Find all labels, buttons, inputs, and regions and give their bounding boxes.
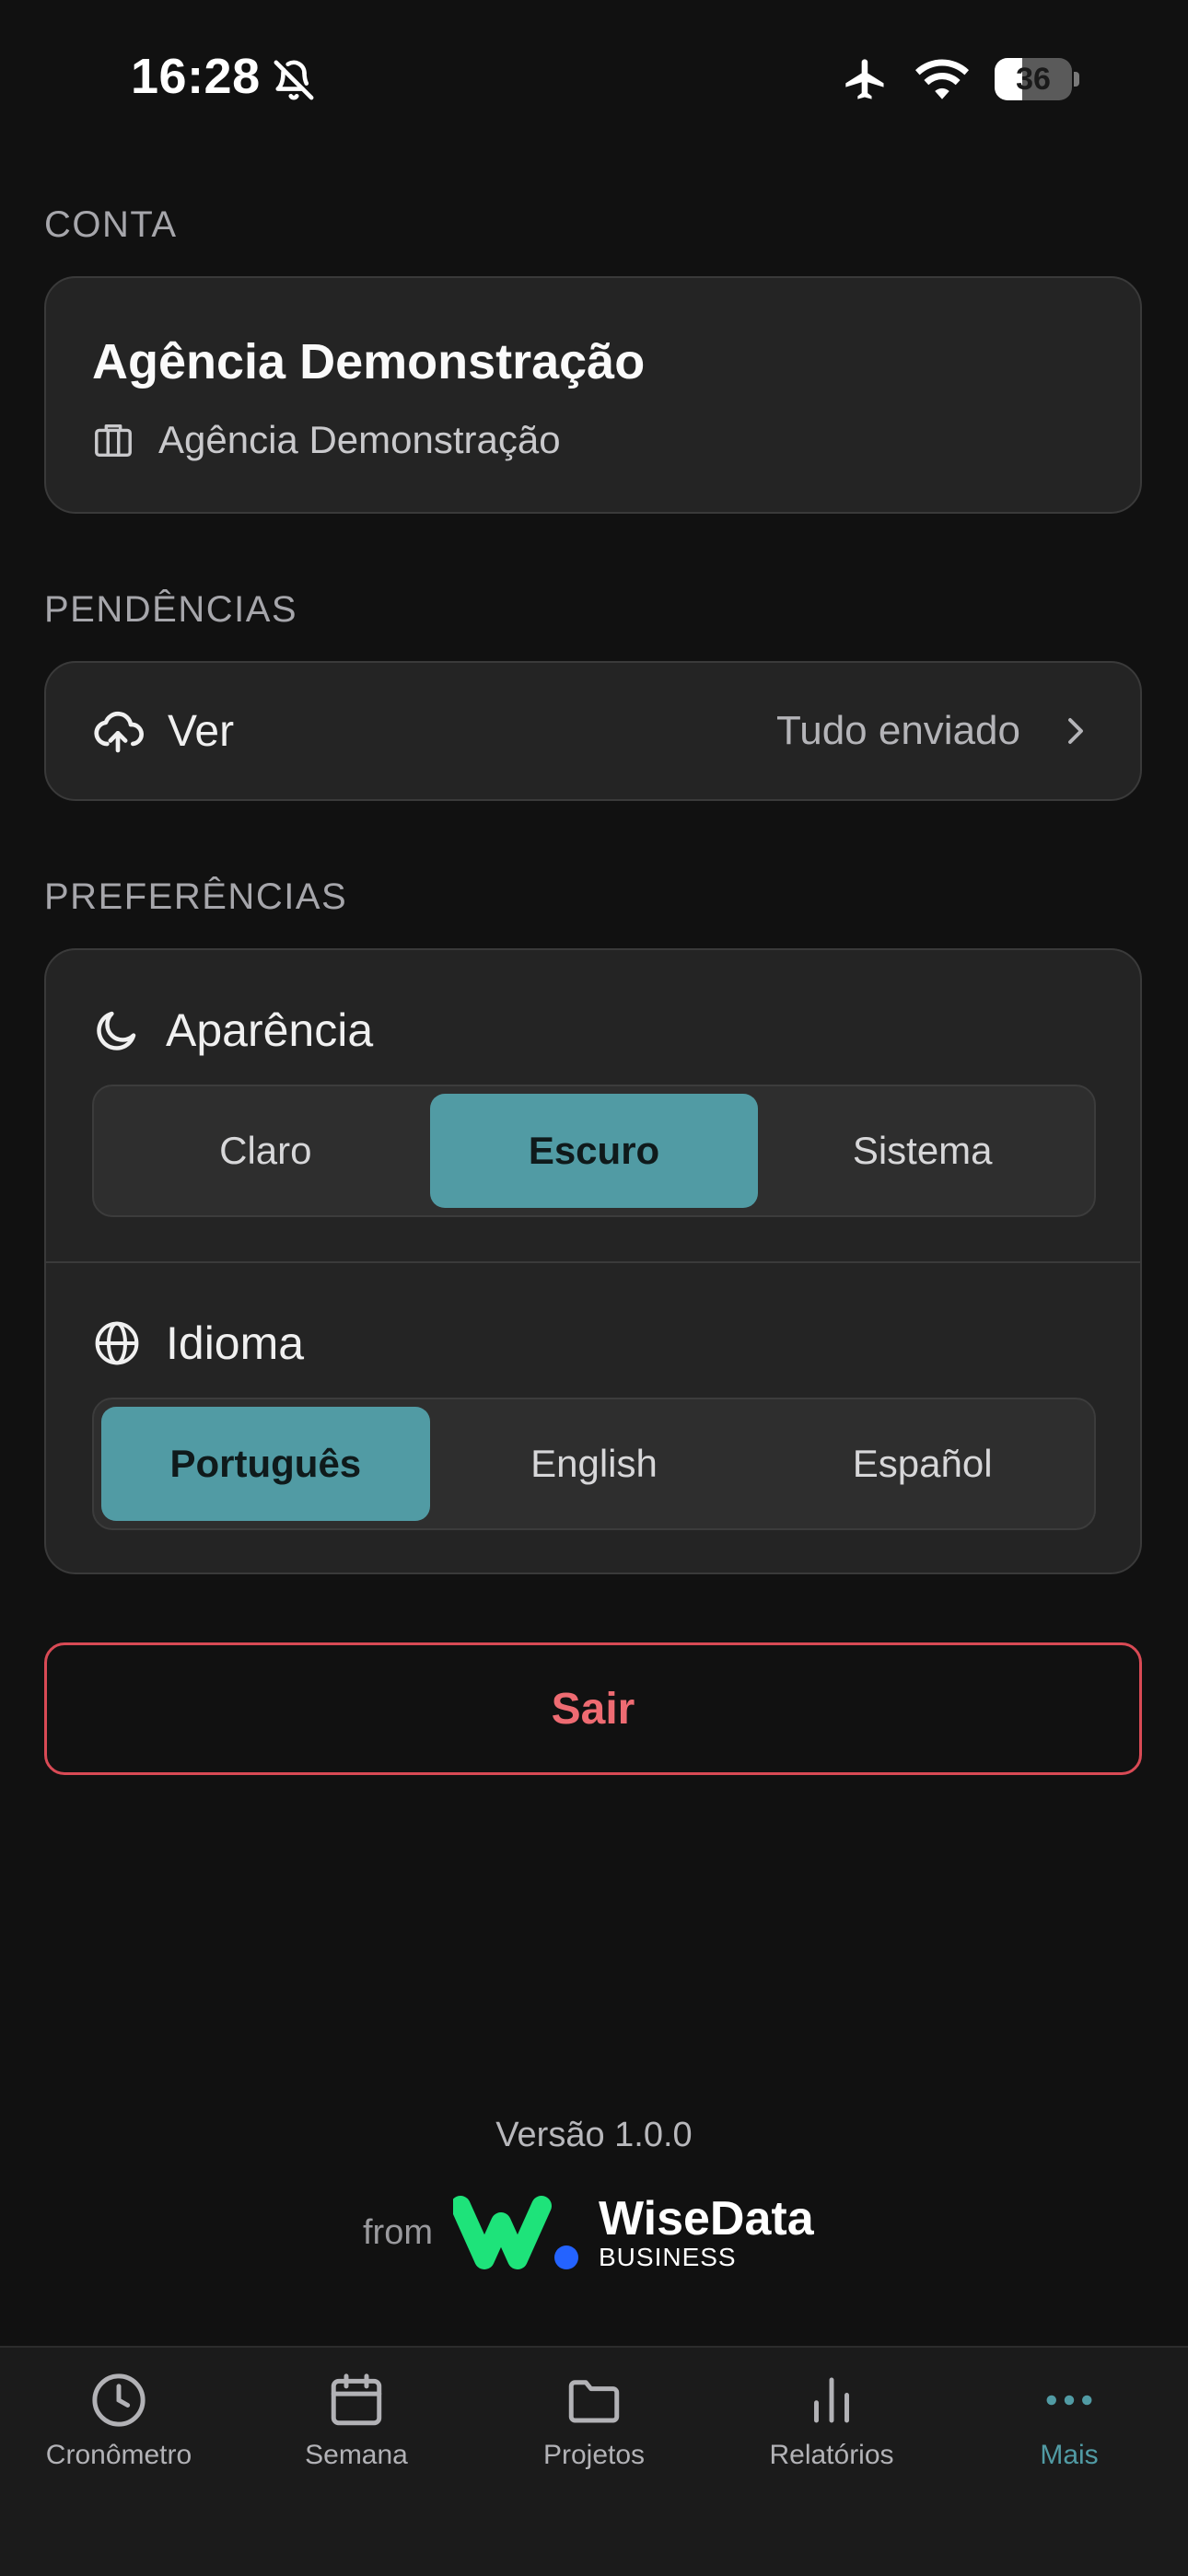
wisedata-logo-icon xyxy=(453,2196,578,2269)
bell-muted-icon xyxy=(274,60,314,100)
tab-bar: Cronômetro Semana Projetos Relatórios Ma… xyxy=(0,2346,1188,2576)
calendar-icon xyxy=(331,2373,382,2426)
tab-label: Semana xyxy=(305,2440,408,2470)
clock-icon xyxy=(92,2373,146,2427)
language-label: Idioma xyxy=(166,1317,305,1369)
account-organization-label: Agência Demonstração xyxy=(158,418,561,461)
folder-icon xyxy=(568,2380,620,2423)
status-time: 16:28 xyxy=(131,49,261,104)
status-bar: 16:28 36 xyxy=(0,0,1188,158)
bar-chart-icon xyxy=(814,2377,849,2423)
app-version: Versão 1.0.0 xyxy=(495,2116,693,2154)
tab-projetos[interactable]: Projetos xyxy=(475,2370,713,2471)
wisedata-wordmark: WiseData BUSINESS xyxy=(599,2195,814,2270)
logout-button[interactable]: Sair xyxy=(44,1642,1142,1775)
appearance-option-light[interactable]: Claro xyxy=(101,1094,430,1208)
tab-semana[interactable]: Semana xyxy=(238,2370,475,2471)
divider xyxy=(46,1261,1140,1263)
language-title: Idioma xyxy=(92,1317,304,1370)
appearance-title: Aparência xyxy=(92,1004,373,1057)
language-option-spanish[interactable]: Español xyxy=(758,1407,1087,1521)
tab-cronometro[interactable]: Cronômetro xyxy=(0,2370,238,2471)
account-card[interactable]: Agência Demonstração Agência Demonstraçã… xyxy=(44,276,1142,514)
account-organization: Agência Demonstração xyxy=(92,418,561,462)
tab-label: Cronômetro xyxy=(45,2440,192,2470)
brand-name: WiseData xyxy=(599,2192,814,2245)
appearance-option-system[interactable]: Sistema xyxy=(758,1094,1087,1208)
battery-indicator: 36 xyxy=(995,58,1079,100)
battery-level: 36 xyxy=(1016,62,1051,97)
status-icons: 36 xyxy=(842,55,1079,103)
tab-label: Mais xyxy=(1040,2440,1099,2470)
wifi-icon xyxy=(915,59,969,99)
pending-section-label: PENDÊNCIAS xyxy=(44,589,298,630)
preferences-card: Aparência Claro Escuro Sistema Idioma Po… xyxy=(44,948,1142,1574)
chevron-right-icon xyxy=(1068,718,1083,744)
pending-row[interactable]: Ver Tudo enviado xyxy=(44,661,1142,801)
tab-relatorios[interactable]: Relatórios xyxy=(713,2370,950,2471)
preferences-section-label: PREFERÊNCIAS xyxy=(44,876,348,917)
brand-footer: from WiseData BUSINESS xyxy=(363,2193,814,2272)
briefcase-icon xyxy=(95,424,132,458)
tab-label: Projetos xyxy=(542,2440,646,2470)
language-option-english[interactable]: English xyxy=(430,1407,759,1521)
tab-label: Relatórios xyxy=(769,2440,894,2470)
airplane-icon xyxy=(845,59,884,99)
moon-icon xyxy=(97,1011,136,1050)
pending-status: Tudo enviado xyxy=(775,708,1020,753)
tab-mais[interactable]: Mais xyxy=(950,2370,1188,2471)
more-dots-icon xyxy=(1046,2395,1092,2406)
brand-sub: BUSINESS xyxy=(599,2243,737,2271)
appearance-option-dark[interactable]: Escuro xyxy=(429,1094,759,1208)
account-section-label: CONTA xyxy=(44,204,178,245)
language-segmented-control: Português English Español xyxy=(92,1398,1096,1530)
cloud-upload-icon xyxy=(94,711,144,753)
appearance-segmented-control: Claro Escuro Sistema xyxy=(92,1085,1096,1217)
globe-icon xyxy=(95,1321,139,1365)
account-name: Agência Demonstração xyxy=(92,334,646,389)
appearance-label: Aparência xyxy=(166,1004,374,1056)
from-label: from xyxy=(363,2212,433,2252)
pending-view-label: Ver xyxy=(168,706,235,756)
language-option-portuguese[interactable]: Português xyxy=(101,1407,430,1521)
